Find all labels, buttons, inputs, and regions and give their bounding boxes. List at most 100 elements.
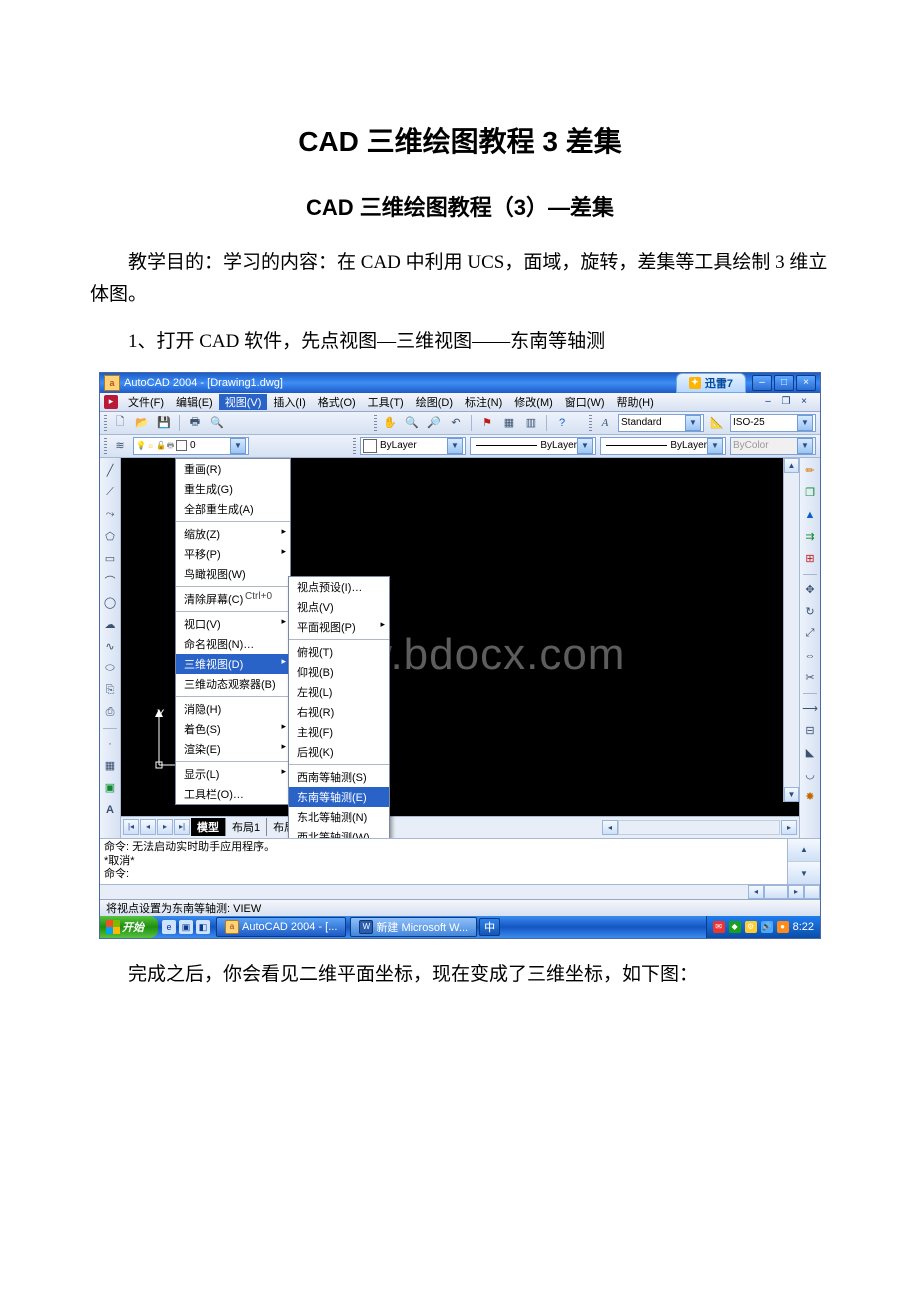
scroll-right-icon[interactable]: ▸ <box>788 885 804 899</box>
menu-clear-screen[interactable]: 清除屏幕(C) Ctrl+0 <box>176 586 290 609</box>
submenu-se-iso[interactable]: 东南等轴测(E) <box>289 787 389 807</box>
resize-grip-icon[interactable] <box>804 885 820 899</box>
open-icon[interactable]: 📂 <box>133 414 151 432</box>
menu-aerial[interactable]: 鸟瞰视图(W) <box>176 564 290 584</box>
submenu-ne-iso[interactable]: 东北等轴测(N) <box>289 807 389 827</box>
scale-icon[interactable]: ⤢ <box>801 625 819 643</box>
new-icon[interactable]: 🗋 <box>111 414 129 432</box>
rotate-icon[interactable]: ↻ <box>801 603 819 621</box>
scroll-down-icon[interactable]: ▼ <box>784 787 799 802</box>
scroll-left-icon[interactable]: ◂ <box>602 820 618 835</box>
dim-style-dropdown[interactable]: ISO-25 ▼ <box>730 414 816 432</box>
cmd-v-scroll[interactable]: ▲ ▼ <box>787 839 820 884</box>
save-icon[interactable]: 💾 <box>155 414 173 432</box>
submenu-nw-iso[interactable]: 西北等轴测(W) <box>289 827 389 838</box>
submenu-left[interactable]: 左视(L) <box>289 682 389 702</box>
task-word[interactable]: W 新建 Microsoft W... <box>350 917 477 937</box>
h-scrollbar[interactable]: ◂ ▸ <box>601 820 799 835</box>
spline-icon[interactable]: ∿ <box>101 638 119 656</box>
plotstyle-dropdown[interactable]: ByColor ▼ <box>730 437 816 455</box>
doc-close-button[interactable]: × <box>796 395 812 409</box>
start-button[interactable]: 开始 <box>100 916 158 938</box>
tray-icon[interactable]: ⚙ <box>745 921 757 933</box>
menu-edit[interactable]: 编辑(E) <box>170 394 219 410</box>
polygon-icon[interactable]: ⬠ <box>101 528 119 546</box>
tray-icon[interactable]: ✉ <box>713 921 725 933</box>
close-button[interactable]: × <box>796 375 816 391</box>
scroll-right-icon[interactable]: ▸ <box>781 820 797 835</box>
menu-pan[interactable]: 平移(P) <box>176 544 290 564</box>
explode-icon[interactable]: ✸ <box>801 788 819 806</box>
fillet-icon[interactable]: ◡ <box>801 766 819 784</box>
tab-model[interactable]: 模型 <box>191 818 226 836</box>
submenu-vpoint-preset[interactable]: 视点预设(I)… <box>289 577 389 597</box>
menu-regen[interactable]: 重生成(G) <box>176 479 290 499</box>
menu-dimension[interactable]: 标注(N) <box>459 394 508 410</box>
zoom-window-icon[interactable]: 🔎 <box>425 414 443 432</box>
language-bar[interactable]: ㆗ <box>479 918 500 936</box>
tray-icon[interactable]: 🔊 <box>761 921 773 933</box>
tab-prev-icon[interactable]: ◂ <box>140 819 156 835</box>
break-icon[interactable]: ⊟ <box>801 722 819 740</box>
scroll-left-icon[interactable]: ◂ <box>748 885 764 899</box>
region-icon[interactable]: ▣ <box>101 779 119 797</box>
menu-format[interactable]: 格式(O) <box>312 394 362 410</box>
layer-dropdown[interactable]: 💡 ☼ 🔓 🖶 0 ▼ <box>133 437 249 455</box>
menu-zoom[interactable]: 缩放(Z) <box>176 521 290 544</box>
extend-icon[interactable]: ⟶ <box>801 700 819 718</box>
command-line[interactable]: 命令: 无法启动实时助手应用程序。 *取消* 命令: <box>100 839 787 884</box>
array-icon[interactable]: ⊞ <box>801 550 819 568</box>
menu-file[interactable]: 文件(F) <box>122 394 170 410</box>
menu-help[interactable]: 帮助(H) <box>611 394 660 410</box>
polyline-icon[interactable]: ⤳ <box>101 506 119 524</box>
tab-first-icon[interactable]: |◂ <box>123 819 139 835</box>
ql-icon[interactable]: ◧ <box>196 920 210 934</box>
tray-icon[interactable]: ● <box>777 921 789 933</box>
mtext-icon[interactable]: A <box>101 801 119 819</box>
task-autocad[interactable]: a AutoCAD 2004 - [... <box>216 917 346 937</box>
submenu-front[interactable]: 主视(F) <box>289 722 389 742</box>
pan-realtime-icon[interactable]: ✋ <box>381 414 399 432</box>
menu-regenall[interactable]: 全部重生成(A) <box>176 499 290 519</box>
submenu-top[interactable]: 俯视(T) <box>289 639 389 662</box>
menu-hide[interactable]: 消隐(H) <box>176 696 290 719</box>
cmd-h-scroll[interactable]: ◂ ▸ <box>100 884 820 899</box>
scroll-up-icon[interactable]: ▲ <box>784 458 799 473</box>
submenu-viewpoint[interactable]: 视点(V) <box>289 597 389 617</box>
submenu-back[interactable]: 后视(K) <box>289 742 389 762</box>
chamfer-icon[interactable]: ◣ <box>801 744 819 762</box>
mirror-icon[interactable]: ▲ <box>801 506 819 524</box>
v-scrollbar[interactable]: ▲ ▼ <box>783 458 799 802</box>
menu-view[interactable]: 视图(V) <box>219 394 268 410</box>
stretch-icon[interactable]: ⇔ <box>801 647 819 665</box>
point-icon[interactable]: · <box>101 735 119 753</box>
properties-icon[interactable]: ⚑ <box>478 414 496 432</box>
menu-named-views[interactable]: 命名视图(N)… <box>176 634 290 654</box>
revcloud-icon[interactable]: ☁ <box>101 616 119 634</box>
tab-layout1[interactable]: 布局1 <box>226 818 267 836</box>
copy-icon[interactable]: ❐ <box>801 484 819 502</box>
arc-icon[interactable]: ⌒ <box>101 572 119 590</box>
doc-minimize-button[interactable]: – <box>760 395 776 409</box>
menu-render[interactable]: 渲染(E) <box>176 739 290 759</box>
submenu-bottom[interactable]: 仰视(B) <box>289 662 389 682</box>
tab-last-icon[interactable]: ▸| <box>174 819 190 835</box>
zoom-realtime-icon[interactable]: 🔍 <box>403 414 421 432</box>
move-icon[interactable]: ✥ <box>801 581 819 599</box>
menu-modify[interactable]: 修改(M) <box>508 394 559 410</box>
line-icon[interactable]: ╱ <box>101 462 119 480</box>
help-icon[interactable]: ? <box>553 414 571 432</box>
lineweight-dropdown[interactable]: ByLayer ▼ <box>600 437 726 455</box>
offset-icon[interactable]: ⇉ <box>801 528 819 546</box>
print-icon[interactable]: 🖶 <box>186 414 204 432</box>
drawing-canvas[interactable]: 重画(R) 重生成(G) 全部重生成(A) 缩放(Z) 平移(P) 鸟瞰视图(W… <box>121 458 799 838</box>
trim-icon[interactable]: ✂ <box>801 669 819 687</box>
make-block-icon[interactable]: ⎙ <box>101 704 119 722</box>
menu-toolbars[interactable]: 工具栏(O)… <box>176 784 290 804</box>
xline-icon[interactable]: ⟋ <box>101 484 119 502</box>
tray-icon[interactable]: ◆ <box>729 921 741 933</box>
insert-block-icon[interactable]: ⎘ <box>101 682 119 700</box>
erase-icon[interactable]: ✏ <box>801 462 819 480</box>
desktop-icon[interactable]: ▣ <box>179 920 193 934</box>
ellipse-icon[interactable]: ⬭ <box>101 660 119 678</box>
